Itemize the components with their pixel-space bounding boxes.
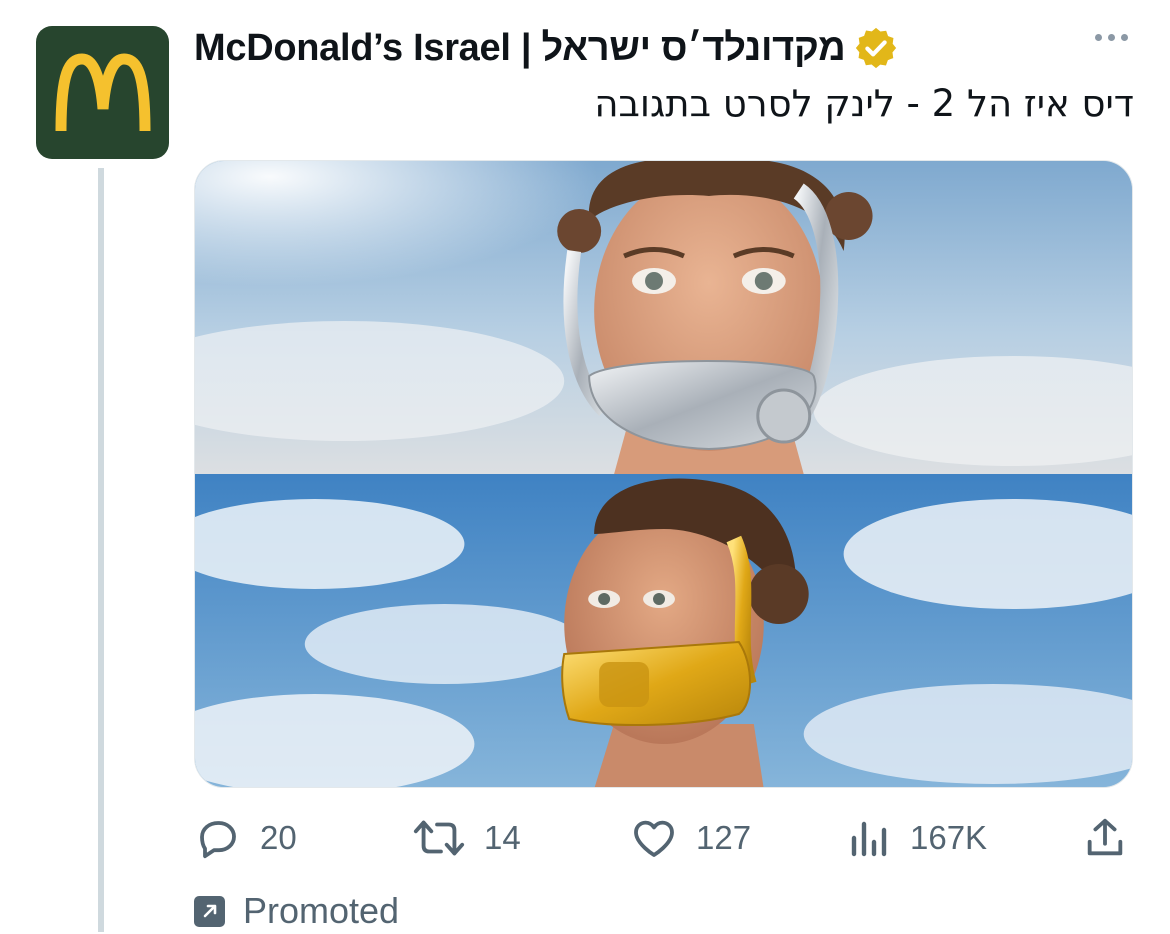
display-name[interactable]: McDonald’s Israel | מקדונלד׳ס ישראל — [194, 27, 846, 70]
more-dot-icon — [1108, 34, 1115, 41]
retweet-icon — [413, 820, 465, 856]
heart-icon — [634, 820, 674, 857]
media-frame-gold-mask — [195, 474, 1132, 787]
share-icon — [1087, 818, 1123, 856]
tweet-text: דיס איז הל 2 - לינק לסרט בתגובה — [594, 82, 1134, 125]
like-button[interactable]: 127 — [630, 808, 751, 868]
views-count: 167K — [910, 819, 988, 856]
media-frame-silver-mask — [195, 161, 1132, 474]
views-button[interactable]: 167K — [848, 808, 987, 868]
promoted-label: Promoted — [194, 888, 399, 934]
more-dot-icon — [1121, 34, 1128, 41]
tweet-header: McDonald’s Israel | מקדונלד׳ס ישראל — [194, 20, 1134, 76]
thread-line — [98, 168, 104, 932]
retweet-count: 14 — [484, 819, 521, 856]
more-options-button[interactable] — [1095, 34, 1128, 41]
more-dot-icon — [1095, 34, 1102, 41]
reply-count: 20 — [260, 819, 297, 856]
verified-badge-icon — [856, 27, 897, 69]
promoted-arrow-icon — [194, 895, 225, 927]
avatar[interactable] — [36, 26, 169, 159]
promoted-text: Promoted — [243, 890, 400, 931]
tweet-media[interactable] — [194, 160, 1133, 788]
views-bar-chart-icon — [851, 821, 887, 857]
share-button[interactable] — [1082, 808, 1128, 868]
like-count: 127 — [696, 819, 752, 856]
mcdonalds-logo-icon — [55, 52, 150, 131]
retweet-button[interactable]: 14 — [412, 808, 521, 868]
reply-button[interactable]: 20 — [194, 808, 297, 868]
tweet-actions: 20 14 127 167K — [194, 808, 1134, 868]
reply-icon — [200, 821, 236, 859]
